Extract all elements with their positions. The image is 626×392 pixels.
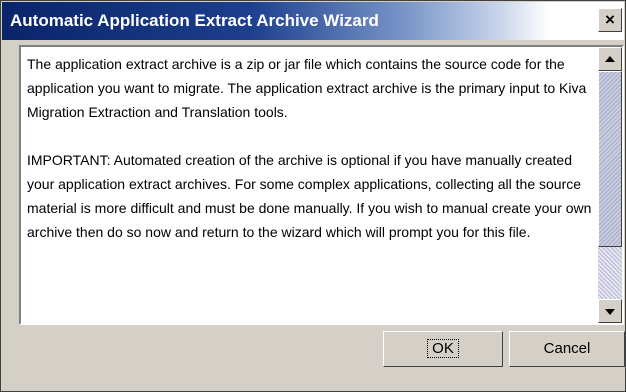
vertical-scrollbar[interactable]	[598, 47, 622, 323]
ok-button[interactable]: OK	[383, 331, 503, 367]
scroll-up-button[interactable]	[598, 47, 622, 71]
message-paragraph-intro: The application extract archive is a zip…	[27, 56, 587, 120]
dialog-title: Automatic Application Extract Archive Wi…	[10, 11, 379, 30]
cancel-button-label: Cancel	[543, 340, 591, 357]
scrollbar-thumb[interactable]	[598, 71, 622, 247]
close-icon: ×	[605, 10, 615, 29]
wizard-dialog: Automatic Application Extract Archive Wi…	[0, 0, 626, 392]
message-paragraph-important: IMPORTANT: Automated creation of the arc…	[27, 152, 592, 240]
arrow-up-icon	[605, 56, 615, 62]
message-text-area[interactable]: The application extract archive is a zip…	[27, 52, 594, 320]
title-bar[interactable]: Automatic Application Extract Archive Wi…	[2, 2, 624, 40]
cancel-button[interactable]: Cancel	[509, 331, 625, 367]
message-frame: The application extract archive is a zip…	[19, 45, 624, 325]
ok-button-label: OK	[427, 339, 459, 358]
arrow-down-icon	[605, 309, 615, 315]
scroll-down-button[interactable]	[598, 299, 622, 323]
close-button[interactable]: ×	[598, 8, 622, 32]
